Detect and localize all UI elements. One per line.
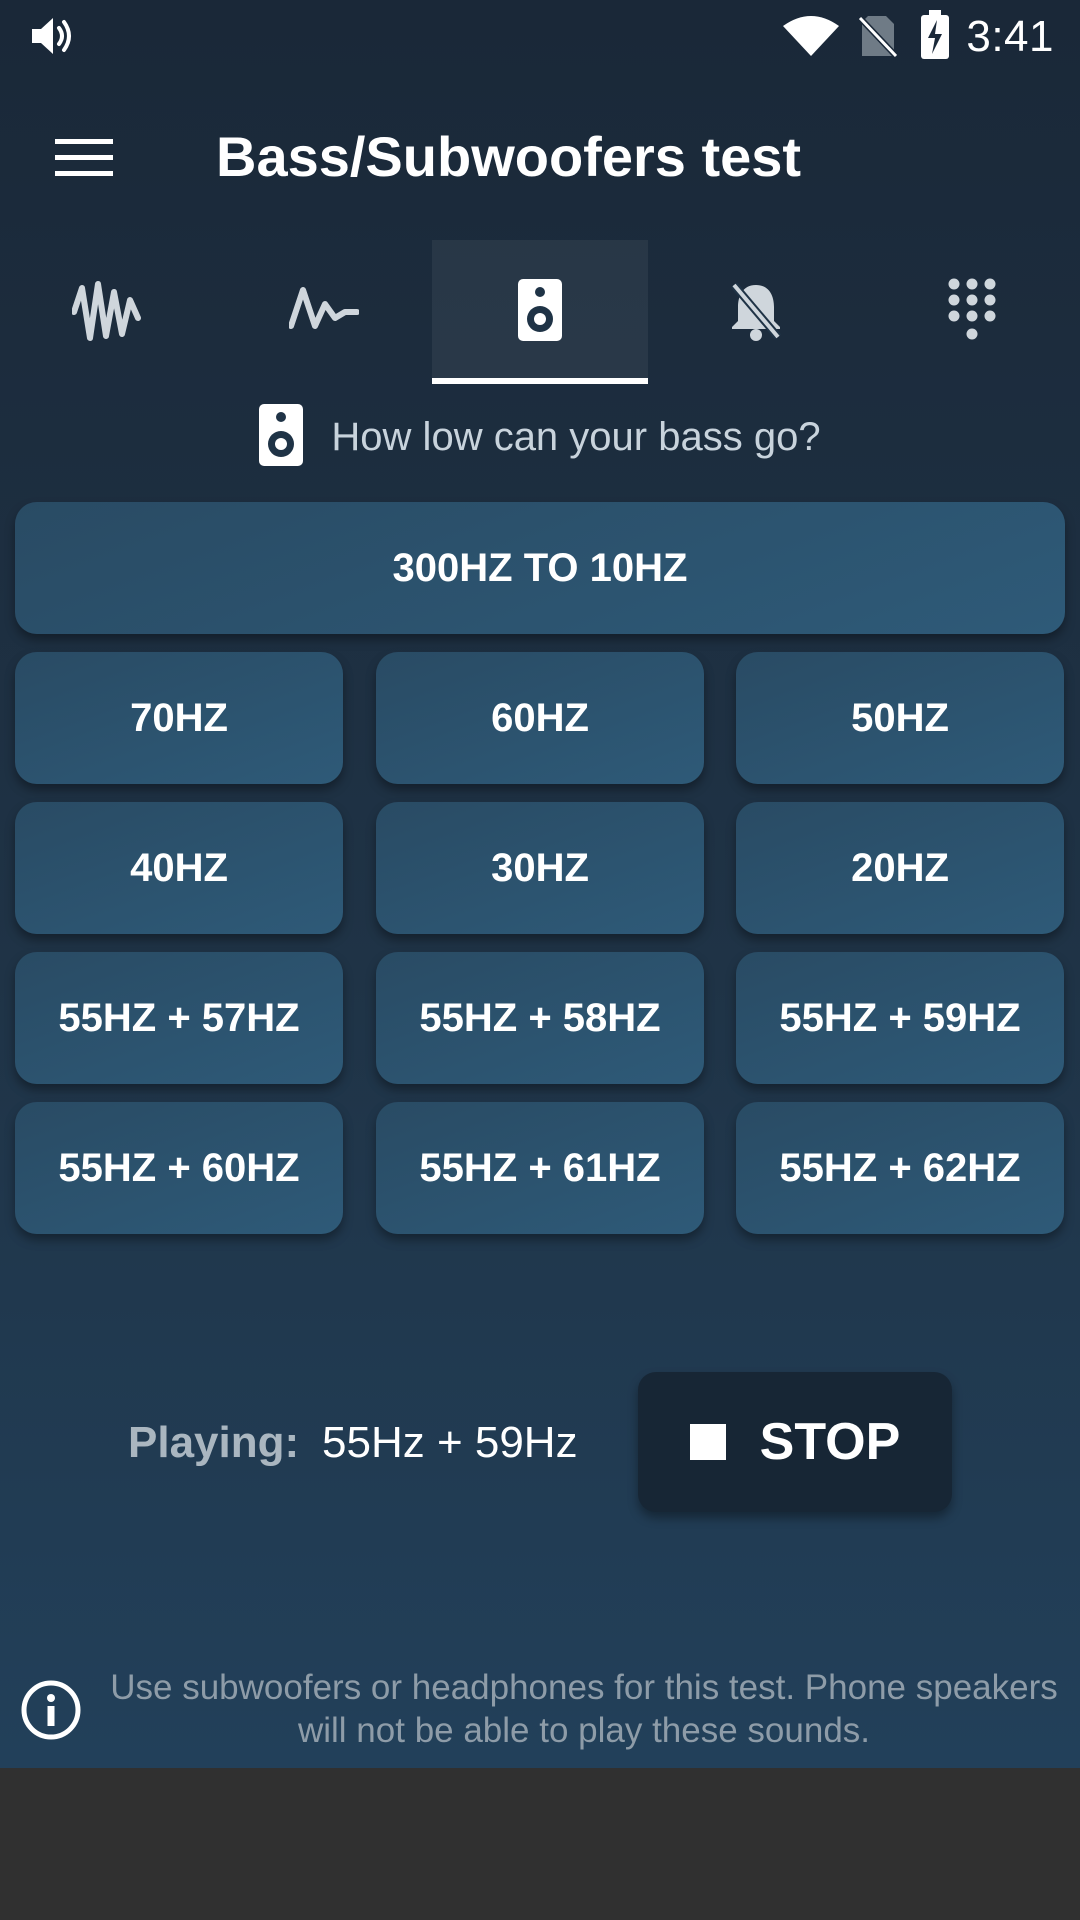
toolbar: Bass/Subwoofers test: [0, 72, 1080, 240]
subtitle: How low can your bass go?: [0, 400, 1080, 474]
tab-waveform[interactable]: [0, 240, 216, 384]
tab-pulse[interactable]: [216, 240, 432, 384]
dialpad-icon: [947, 277, 997, 348]
freq-55-60hz-button[interactable]: 55HZ + 60HZ: [15, 1102, 343, 1234]
freq-30hz-button[interactable]: 30HZ: [376, 802, 704, 934]
no-sim-icon: [857, 14, 899, 63]
tab-dialpad[interactable]: [864, 240, 1080, 384]
system-nav-bar: [0, 1768, 1080, 1920]
menu-icon: [55, 137, 113, 184]
wifi-icon: [782, 14, 840, 63]
volume-icon: [30, 14, 76, 63]
battery-charging-icon: [920, 10, 950, 65]
stop-label: STOP: [759, 1413, 901, 1471]
stop-button[interactable]: STOP: [638, 1372, 952, 1512]
freq-55-61hz-button[interactable]: 55HZ + 61HZ: [376, 1102, 704, 1234]
info-icon: [20, 1679, 82, 1746]
info-text: Use subwoofers or headphones for this te…: [110, 1668, 1058, 1750]
sweep-button[interactable]: 300HZ TO 10HZ: [15, 502, 1065, 634]
speaker-icon: [259, 403, 304, 471]
menu-button[interactable]: [32, 108, 136, 212]
waveform-icon: [71, 278, 144, 347]
pulse-icon: [288, 282, 360, 343]
status-bar: 3:41: [0, 0, 1080, 72]
app-screen: 3:41 Bass/Subwoofers test How low can yo…: [0, 0, 1080, 1768]
tab-bar: [0, 240, 1080, 384]
freq-40hz-button[interactable]: 40HZ: [15, 802, 343, 934]
page-title: Bass/Subwoofers test: [216, 125, 802, 188]
freq-55-59hz-button[interactable]: 55HZ + 59HZ: [736, 952, 1064, 1084]
freq-55-57hz-button[interactable]: 55HZ + 57HZ: [15, 952, 343, 1084]
freq-55-58hz-button[interactable]: 55HZ + 58HZ: [376, 952, 704, 1084]
tab-bass[interactable]: [432, 240, 648, 384]
freq-70hz-button[interactable]: 70HZ: [15, 652, 343, 784]
freq-60hz-button[interactable]: 60HZ: [376, 652, 704, 784]
freq-50hz-button[interactable]: 50HZ: [736, 652, 1064, 784]
status-time: 3:41: [966, 12, 1054, 61]
subtitle-text: How low can your bass go?: [331, 414, 821, 459]
mute-bell-icon: [728, 279, 784, 346]
speaker-icon: [518, 278, 562, 346]
playing-label: Playing:: [128, 1418, 300, 1467]
stop-icon: [689, 1424, 726, 1460]
playing-value: 55Hz + 59Hz: [322, 1418, 578, 1467]
freq-55-62hz-button[interactable]: 55HZ + 62HZ: [736, 1102, 1064, 1234]
freq-20hz-button[interactable]: 20HZ: [736, 802, 1064, 934]
tab-mute[interactable]: [648, 240, 864, 384]
